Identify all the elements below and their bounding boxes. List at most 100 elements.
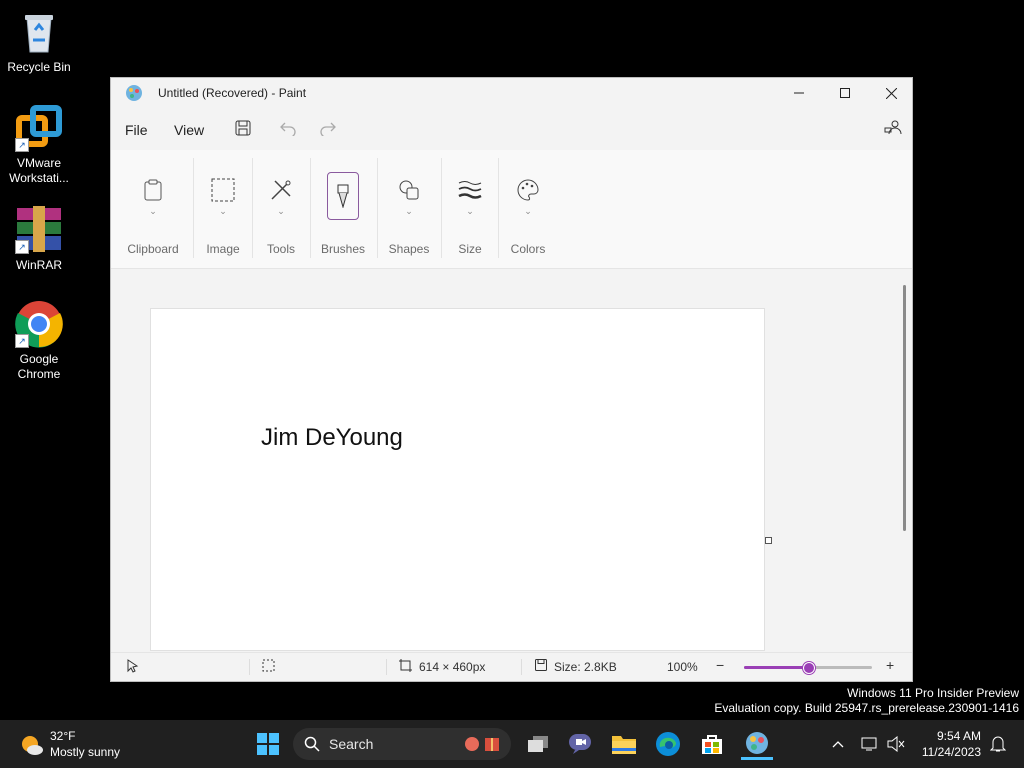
shortcut-arrow-icon: ↗ [15,240,29,254]
desktop-icon-recycle-bin[interactable]: Recycle Bin [1,8,77,75]
paint-window[interactable]: Untitled (Recovered) - Paint File View ⌄… [110,77,913,682]
vertical-scrollbar[interactable] [903,285,906,531]
search-icon [304,736,320,757]
task-view-icon [528,736,548,752]
close-icon [885,87,897,99]
desktop-icon-vmware[interactable]: ↗ VMware Workstati... [1,104,77,186]
status-divider [249,659,250,675]
chevron-down-icon: ⌄ [149,206,157,216]
chevron-down-icon: ⌄ [277,206,285,216]
ribbon-divider [193,158,194,258]
zoom-slider-thumb[interactable] [803,662,815,674]
title-bar[interactable]: Untitled (Recovered) - Paint [111,78,912,108]
zoom-out-button[interactable]: − [716,657,724,673]
teams-chat-button[interactable] [564,728,596,760]
redo-icon [320,122,336,136]
file-explorer-button[interactable] [608,728,640,760]
paint-taskbar-button[interactable] [741,728,773,760]
paint-icon [746,731,768,754]
chevron-down-icon: ⌄ [405,206,413,216]
ribbon-group-tools[interactable]: ⌄ Tools [253,150,309,268]
selection-size-icon [262,659,275,675]
notification-bell-icon [990,736,1006,752]
maximize-button[interactable] [822,78,868,108]
taskbar-search[interactable]: Search [293,728,511,760]
undo-button[interactable] [278,118,298,138]
menu-bar: File View [111,108,912,148]
zoom-slider[interactable] [744,662,872,674]
recycle-bin-icon [15,8,63,56]
account-icon [884,120,902,135]
chat-icon [569,734,591,754]
desktop-icon-winrar[interactable]: ↗ WinRAR [1,206,77,273]
canvas-resize-handle[interactable] [765,537,772,544]
file-size: Size: 2.8KB [554,660,617,674]
minimize-icon [794,92,804,94]
ribbon-group-label: Brushes [320,242,366,256]
save-button[interactable] [233,118,253,138]
clock-time: 9:54 AM [936,729,981,743]
selection-icon [207,174,239,206]
ribbon: ⌄ Clipboard ⌄ Image ⌄ Tools Brushes ⌄ Sh… [111,150,912,269]
vmware-icon: ↗ [15,104,63,152]
ribbon-group-shapes[interactable]: ⌄ Shapes [378,150,440,268]
tray-overflow-button[interactable] [826,720,850,768]
save-icon [235,120,251,136]
clock-date: 11/24/2023 [921,745,981,759]
chevron-down-icon: ⌄ [466,206,474,216]
task-view-button[interactable] [522,728,554,760]
status-divider [521,659,522,675]
desktop-icon-label: Recycle Bin [7,60,71,74]
network-button[interactable] [858,720,882,768]
chevron-down-icon: ⌄ [524,206,532,216]
store-button[interactable] [696,728,728,760]
notifications-button[interactable] [986,720,1010,768]
status-bar: 614 × 460px Size: 2.8KB 100% − + [111,652,912,681]
ribbon-group-colors[interactable]: ⌄ Colors [499,150,557,268]
close-button[interactable] [868,78,914,108]
ribbon-group-label: Tools [266,242,295,256]
ribbon-group-image[interactable]: ⌄ Image [195,150,251,268]
drawing-canvas[interactable]: Jim DeYoung [150,308,765,651]
ribbon-group-brushes[interactable]: Brushes [312,150,374,268]
edge-button[interactable] [652,728,684,760]
desktop-icon-chrome[interactable]: ↗ Google Chrome [1,300,77,382]
pointer-icon [127,659,139,676]
taskbar-clock[interactable]: 9:54 AM 11/24/2023 [915,728,981,760]
weather-condition: Mostly sunny [50,745,121,759]
menu-file[interactable]: File [125,122,148,138]
account-button[interactable] [883,118,903,138]
ribbon-divider [441,158,442,258]
zoom-slider-fill [744,666,808,669]
size-icon [454,174,486,206]
desktop-icon-label: VMware Workstati... [9,156,69,185]
redo-button[interactable] [318,118,338,138]
menu-view[interactable]: View [174,122,204,138]
watermark-line-2: Evaluation copy. Build 25947.rs_prerelea… [714,701,1019,715]
palette-icon [512,174,544,206]
shortcut-arrow-icon: ↗ [15,334,29,348]
tools-icon [265,174,297,206]
volume-button[interactable] [884,720,908,768]
minimize-button[interactable] [776,78,822,108]
network-icon [861,737,877,751]
ribbon-group-label: Size [458,242,482,256]
undo-icon [280,122,296,136]
maximize-icon [840,88,850,98]
taskbar: 32°F Mostly sunny Search 9:54 AM 11/24/2… [0,720,1024,768]
ribbon-group-size[interactable]: ⌄ Size [443,150,497,268]
ribbon-group-clipboard[interactable]: ⌄ Clipboard [121,150,185,268]
search-placeholder: Search [329,736,374,752]
start-button[interactable] [252,728,284,760]
store-icon [702,735,722,754]
search-highlight-icon [463,734,503,759]
ribbon-group-label: Shapes [388,242,430,256]
zoom-in-button[interactable]: + [886,657,894,673]
status-divider [386,659,387,675]
window-title: Untitled (Recovered) - Paint [158,86,307,100]
chevron-down-icon: ⌄ [219,206,227,216]
folder-icon [612,736,636,754]
clipboard-icon [137,174,169,206]
shortcut-arrow-icon: ↗ [15,138,29,152]
paint-app-icon [125,84,143,102]
